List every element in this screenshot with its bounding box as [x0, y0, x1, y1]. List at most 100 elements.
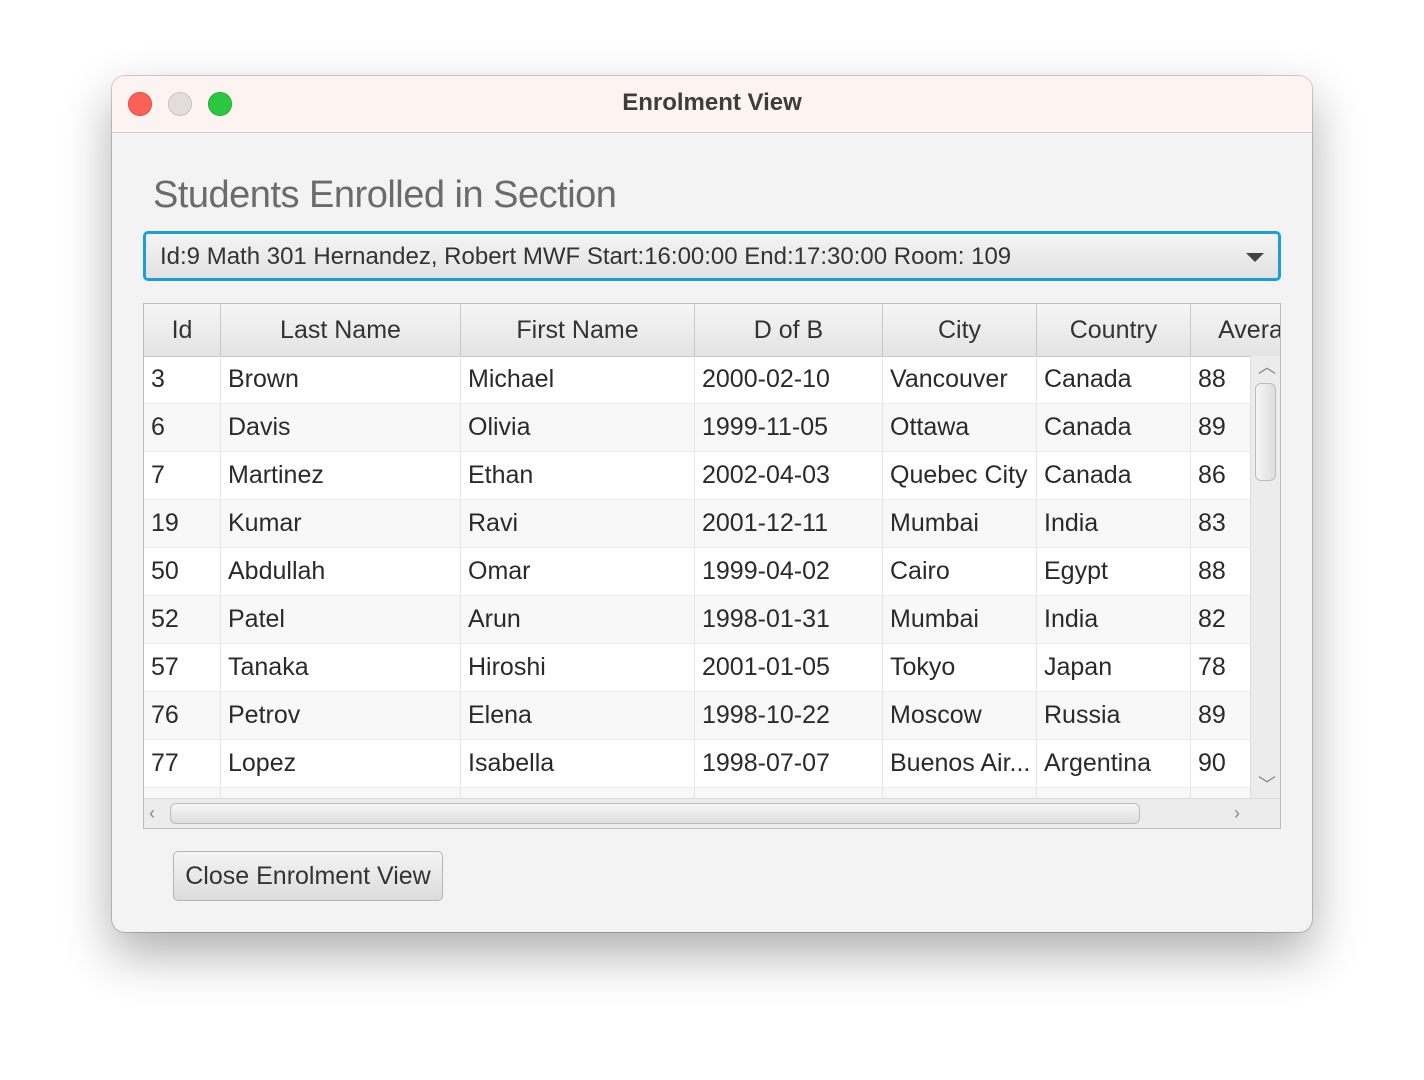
- vertical-scroll-thumb[interactable]: [1255, 383, 1276, 481]
- table-cell: 52: [144, 596, 221, 643]
- scroll-left-icon[interactable]: ‹: [149, 804, 155, 822]
- table-cell: Canada: [1037, 356, 1191, 403]
- students-table: Id Last Name First Name D of B City Country Av…: [143, 303, 1281, 829]
- table-cell: Argentina: [1037, 740, 1191, 787]
- table-cell: Canada: [1037, 452, 1191, 499]
- table-cell: Mumbai: [883, 500, 1037, 547]
- table-header: Id Last Name First Name D of B City Country Av…: [144, 304, 1280, 357]
- table-cell: Quebec City: [883, 452, 1037, 499]
- table-row[interactable]: 76 Petrov Elena 1998-10-22 Moscow Russia 89: [144, 692, 1250, 740]
- table-cell: [695, 788, 883, 798]
- table-cell: Kumar: [221, 500, 461, 547]
- table-cell: Hiroshi: [461, 644, 695, 691]
- table-cell: Brown: [221, 356, 461, 403]
- table-cell: 77: [144, 740, 221, 787]
- table-cell: Tokyo: [883, 644, 1037, 691]
- table-cell: Olivia: [461, 404, 695, 451]
- table-cell: Tanaka: [221, 644, 461, 691]
- close-enrolment-view-button[interactable]: Close Enrolment View: [173, 851, 443, 901]
- table-cell: India: [1037, 596, 1191, 643]
- table-cell: 89: [1191, 692, 1250, 739]
- table-body: 3 Brown Michael 2000-02-10 Vancouver Canada 88…: [144, 356, 1250, 798]
- table-cell: 86: [1191, 452, 1250, 499]
- table-cell: 7: [144, 452, 221, 499]
- table-cell: 83: [1191, 500, 1250, 547]
- table-cell: 88: [1191, 548, 1250, 595]
- table-cell: Canada: [1037, 404, 1191, 451]
- table-cell: Arun: [461, 596, 695, 643]
- table-cell: Ethan: [461, 452, 695, 499]
- table-row[interactable]: [144, 788, 1250, 798]
- table-cell: Moscow: [883, 692, 1037, 739]
- horizontal-scrollbar[interactable]: ‹ ›: [144, 798, 1280, 828]
- table-cell: Isabella: [461, 740, 695, 787]
- table-cell: Petrov: [221, 692, 461, 739]
- title-bar: Enrolment View: [112, 76, 1312, 133]
- table-cell: 57: [144, 644, 221, 691]
- table-cell: Buenos Air...: [883, 740, 1037, 787]
- table-cell: Ottawa: [883, 404, 1037, 451]
- table-cell: Abdullah: [221, 548, 461, 595]
- table-cell: Patel: [221, 596, 461, 643]
- table-cell: 2002-04-03: [695, 452, 883, 499]
- table-row[interactable]: 19 Kumar Ravi 2001-12-11 Mumbai India 83: [144, 500, 1250, 548]
- table-cell: 78: [1191, 644, 1250, 691]
- table-cell: 2000-02-10: [695, 356, 883, 403]
- table-cell: 2001-12-11: [695, 500, 883, 547]
- table-cell: [144, 788, 221, 798]
- table-cell: Ravi: [461, 500, 695, 547]
- section-select[interactable]: Id:9 Math 301 Hernandez, Robert MWF Star…: [143, 231, 1281, 281]
- table-cell: Omar: [461, 548, 695, 595]
- table-cell: [883, 788, 1037, 798]
- horizontal-scroll-thumb[interactable]: [170, 803, 1140, 824]
- table-cell: 3: [144, 356, 221, 403]
- table-row[interactable]: 50 Abdullah Omar 1999-04-02 Cairo Egypt 88: [144, 548, 1250, 596]
- table-cell: Lopez: [221, 740, 461, 787]
- table-cell: Michael: [461, 356, 695, 403]
- table-cell: Vancouver: [883, 356, 1037, 403]
- column-header[interactable]: Id: [144, 304, 221, 356]
- table-cell: Egypt: [1037, 548, 1191, 595]
- table-cell: 1999-11-05: [695, 404, 883, 451]
- table-cell: 50: [144, 548, 221, 595]
- table-cell: Elena: [461, 692, 695, 739]
- table-row[interactable]: 7 Martinez Ethan 2002-04-03 Quebec City Canad…: [144, 452, 1250, 500]
- section-select-value: Id:9 Math 301 Hernandez, Robert MWF Star…: [160, 243, 1012, 270]
- column-header[interactable]: Country: [1037, 304, 1191, 356]
- table-cell: 2001-01-05: [695, 644, 883, 691]
- table-cell: 88: [1191, 356, 1250, 403]
- table-cell: [221, 788, 461, 798]
- table-row[interactable]: 6 Davis Olivia 1999-11-05 Ottawa Canada 89: [144, 404, 1250, 452]
- scroll-up-icon[interactable]: ︿: [1258, 358, 1276, 376]
- table-cell: 1998-07-07: [695, 740, 883, 787]
- scroll-down-icon[interactable]: ﹀: [1258, 776, 1276, 794]
- column-header[interactable]: City: [883, 304, 1037, 356]
- table-cell: Japan: [1037, 644, 1191, 691]
- table-cell: 1998-10-22: [695, 692, 883, 739]
- vertical-scrollbar[interactable]: ︿ ﹀: [1250, 356, 1280, 798]
- table-cell: 82: [1191, 596, 1250, 643]
- table-cell: 1999-04-02: [695, 548, 883, 595]
- table-cell: 90: [1191, 740, 1250, 787]
- chevron-down-icon: [1246, 253, 1264, 262]
- table-cell: India: [1037, 500, 1191, 547]
- column-header[interactable]: D of B: [695, 304, 883, 356]
- page-heading: Students Enrolled in Section: [153, 174, 617, 216]
- table-cell: [461, 788, 695, 798]
- table-row[interactable]: 57 Tanaka Hiroshi 2001-01-05 Tokyo Japan 78: [144, 644, 1250, 692]
- table-cell: Mumbai: [883, 596, 1037, 643]
- column-header[interactable]: Last Name: [221, 304, 461, 356]
- window-title: Enrolment View: [622, 89, 802, 116]
- table-row[interactable]: 52 Patel Arun 1998-01-31 Mumbai India 82: [144, 596, 1250, 644]
- table-cell: 19: [144, 500, 221, 547]
- table-cell: Davis: [221, 404, 461, 451]
- table-row[interactable]: 77 Lopez Isabella 1998-07-07 Buenos Air... Ar…: [144, 740, 1250, 788]
- scroll-right-icon[interactable]: ›: [1234, 804, 1240, 822]
- table-cell: Martinez: [221, 452, 461, 499]
- column-header[interactable]: First Name: [461, 304, 695, 356]
- column-header[interactable]: Avera: [1191, 304, 1280, 356]
- table-row[interactable]: 3 Brown Michael 2000-02-10 Vancouver Canada 88: [144, 356, 1250, 404]
- table-cell: Cairo: [883, 548, 1037, 595]
- table-cell: Russia: [1037, 692, 1191, 739]
- table-cell: 89: [1191, 404, 1250, 451]
